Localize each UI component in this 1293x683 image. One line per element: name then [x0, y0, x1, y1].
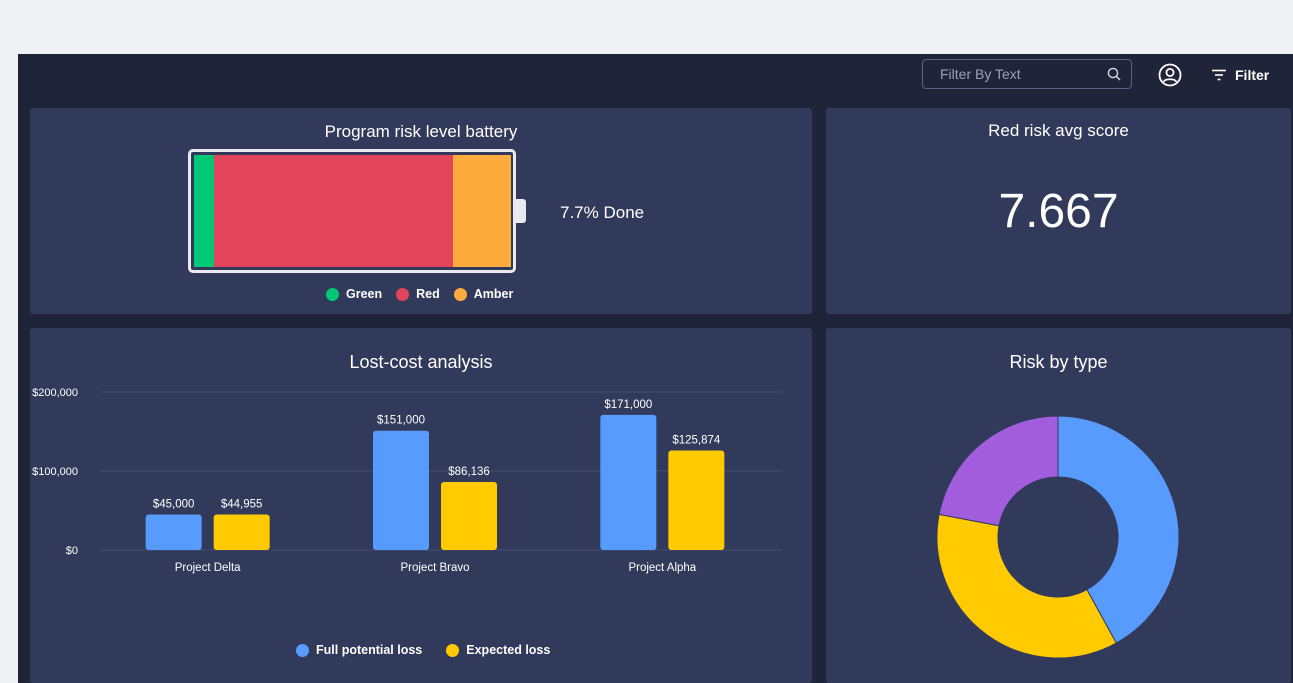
x-tick-label: Project Delta — [175, 562, 241, 574]
legend-dot-full-potential-loss — [296, 643, 309, 657]
battery-panel: Program risk level battery 7.7% Done Gre… — [30, 108, 812, 314]
bar — [145, 514, 202, 550]
x-tick-label: Project Bravo — [400, 562, 469, 574]
battery-done-text: 7.7% Done — [560, 203, 645, 222]
y-tick-label: $100,000 — [32, 466, 78, 478]
data-label: $45,000 — [153, 498, 195, 510]
legend-dot-expected-loss — [446, 643, 460, 657]
filter-icon — [1212, 69, 1226, 81]
risk-type-panel: Risk by type — [826, 328, 1291, 683]
bar — [600, 414, 657, 550]
score-panel-title: Red risk avg score — [988, 121, 1129, 140]
battery-segment-green — [194, 155, 214, 267]
battery-segment-amber — [453, 155, 511, 267]
data-label: $86,136 — [448, 466, 490, 478]
filter-label: Filter — [1235, 67, 1270, 83]
legend-dot-green — [326, 287, 339, 301]
battery-tip — [515, 199, 526, 223]
legend-item-expected-loss[interactable]: Expected loss — [446, 643, 550, 657]
filter-button[interactable]: Filter — [1212, 64, 1269, 86]
legend-dot-amber — [453, 287, 467, 301]
y-tick-label: $200,000 — [32, 387, 78, 399]
search-box[interactable] — [922, 59, 1132, 89]
legend-item-amber[interactable]: Amber — [453, 287, 513, 301]
score-panel: Red risk avg score 7.667 — [826, 108, 1291, 314]
legend-item-green[interactable]: Green — [326, 287, 382, 301]
user-avatar-icon[interactable] — [1158, 63, 1182, 87]
lost-cost-chart: $0 $100,000 $200,000 $45,000 $44,955 Project … — [32, 387, 782, 574]
dashboard: Filter Program risk level battery 7.7% D… — [18, 54, 1293, 683]
bar — [441, 481, 497, 550]
risk-battery — [188, 149, 516, 273]
y-tick-label: $0 — [66, 545, 78, 557]
legend-item-full-potential-loss[interactable]: Full potential loss — [296, 643, 422, 657]
cost-panel: Lost-cost analysis $0 $100,000 $200,000 $45… — [30, 328, 812, 683]
bar — [668, 450, 725, 550]
legend-dot-red — [396, 287, 410, 301]
donut-slice — [936, 513, 1117, 659]
top-bar: Filter — [18, 54, 1293, 98]
bar — [213, 514, 270, 550]
data-label: $171,000 — [604, 399, 652, 411]
battery-segment-red — [214, 155, 453, 267]
battery-legend: Green Red Amber — [326, 287, 513, 301]
cost-legend: Full potential loss Expected loss — [296, 643, 550, 657]
score-value: 7.667 — [998, 185, 1119, 238]
search-icon[interactable] — [1107, 67, 1121, 81]
x-tick-label: Project Alpha — [628, 562, 696, 574]
risk-type-chart — [936, 415, 1180, 659]
data-label: $125,874 — [672, 435, 721, 447]
legend-item-red[interactable]: Red — [396, 287, 440, 301]
data-label: $151,000 — [377, 415, 425, 427]
battery-panel-title: Program risk level battery — [324, 122, 518, 141]
search-input[interactable] — [923, 60, 1110, 88]
data-label: $44,955 — [221, 498, 263, 510]
bar — [373, 430, 429, 550]
donut-slice — [938, 415, 1059, 527]
